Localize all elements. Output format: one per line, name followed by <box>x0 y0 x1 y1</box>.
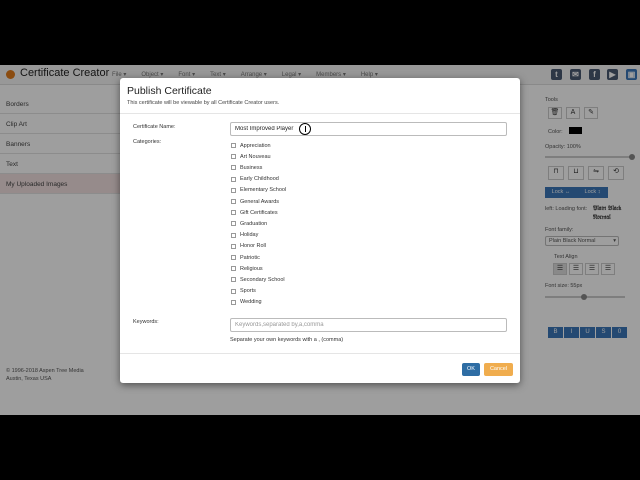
keywords-help-text: Separate your own keywords with a , (com… <box>230 337 344 343</box>
category-checkbox[interactable] <box>231 232 236 238</box>
category-checkbox[interactable] <box>231 288 236 294</box>
modal-footer: OK Cancel <box>120 353 520 383</box>
category-label: Graduation <box>240 220 268 227</box>
category-row[interactable]: Gift Certificates <box>231 208 278 217</box>
category-label: Secondary School <box>240 276 285 283</box>
category-checkbox[interactable] <box>231 187 236 193</box>
category-row[interactable]: Graduation <box>231 219 267 228</box>
category-checkbox[interactable] <box>231 176 236 182</box>
category-row[interactable]: Holiday <box>231 231 258 240</box>
category-row[interactable]: Art Nouveau <box>231 152 271 161</box>
category-row[interactable]: Patriotic <box>231 253 260 262</box>
modal-title: Publish Certificate <box>127 85 212 97</box>
certificate-name-input[interactable] <box>230 122 507 136</box>
keywords-label: Keywords: <box>133 319 159 325</box>
category-label: General Awards <box>240 198 280 205</box>
category-row[interactable]: Secondary School <box>231 275 285 284</box>
category-label: Elementary School <box>240 187 287 194</box>
category-row[interactable]: General Awards <box>231 197 279 206</box>
category-label: Art Nouveau <box>240 153 271 160</box>
category-label: Gift Certificates <box>240 209 278 216</box>
category-row[interactable]: Wedding <box>231 298 262 307</box>
cancel-button[interactable]: Cancel <box>484 363 513 376</box>
publish-certificate-dialog: Publish Certificate This certificate wil… <box>120 78 520 383</box>
category-label: Patriotic <box>240 254 260 261</box>
category-label: Honor Roll <box>240 243 266 250</box>
category-label: Business <box>240 164 263 171</box>
category-label: Religious <box>240 265 263 272</box>
categories-label: Categories: <box>133 139 162 145</box>
category-label: Appreciation <box>240 142 271 149</box>
category-checkbox[interactable] <box>231 299 236 305</box>
category-label: Early Childhood <box>240 176 279 183</box>
category-label: Wedding <box>240 299 262 306</box>
modal-subtitle: This certificate will be viewable by all… <box>127 100 280 106</box>
category-row[interactable]: Early Childhood <box>231 175 279 184</box>
category-checkbox[interactable] <box>231 243 236 249</box>
category-checkbox[interactable] <box>231 266 236 272</box>
category-label: Holiday <box>240 232 259 239</box>
app-screen: Certificate Creator File ▾ Object ▾ Font… <box>0 65 640 415</box>
category-checkbox[interactable] <box>231 210 236 216</box>
category-checkbox[interactable] <box>231 221 236 227</box>
category-row[interactable]: Sports <box>231 287 256 296</box>
category-checkbox[interactable] <box>231 277 236 283</box>
category-checkbox[interactable] <box>231 165 236 171</box>
category-checkbox[interactable] <box>231 143 236 148</box>
certificate-name-label: Certificate Name: <box>133 124 176 130</box>
ok-button[interactable]: OK <box>462 363 480 376</box>
category-row[interactable]: Business <box>231 163 262 172</box>
category-row[interactable]: Honor Roll <box>231 242 266 251</box>
category-label: Sports <box>240 288 256 295</box>
keywords-input[interactable] <box>230 318 507 332</box>
text-cursor-icon <box>299 123 311 135</box>
category-checkbox[interactable] <box>231 154 236 160</box>
category-checkbox[interactable] <box>231 199 236 204</box>
category-checkbox[interactable] <box>231 255 236 260</box>
modal-header: Publish Certificate This certificate wil… <box>120 78 520 114</box>
category-row[interactable]: Elementary School <box>231 186 286 195</box>
category-row[interactable]: Appreciation <box>231 141 271 150</box>
category-row[interactable]: Religious <box>231 264 263 273</box>
